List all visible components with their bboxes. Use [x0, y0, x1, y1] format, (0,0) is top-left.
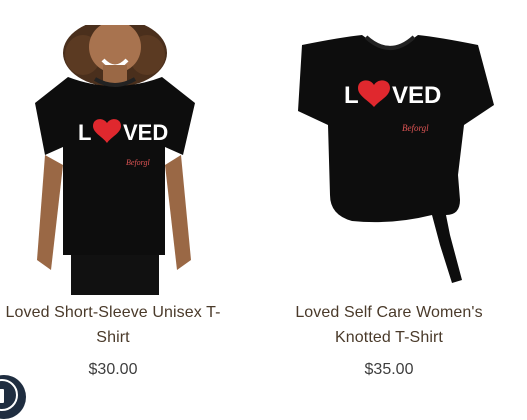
signature-logo: Beforgl: [402, 123, 429, 133]
product-card[interactable]: L VED Beforgl Loved Short-Sleeve Unisex …: [0, 0, 238, 390]
product-title-line-2: Shirt: [96, 329, 130, 346]
product-grid-page: L VED Beforgl Loved Short-Sleeve Unisex …: [0, 0, 527, 420]
shirt-print-text-2: VED: [123, 120, 168, 145]
product-title-line-2: Knotted T-Shirt: [335, 329, 443, 346]
knotted-tshirt-image: L VED Beforgl: [297, 35, 494, 283]
product-title-line-1: Loved Short-Sleeve Unisex T-: [5, 304, 221, 321]
shirt-print-text: L: [344, 82, 359, 109]
signature-logo: Beforgl: [126, 158, 150, 167]
shirt-print-text-2: VED: [392, 82, 441, 109]
product-title[interactable]: Loved Short-Sleeve Unisex T- Shirt: [0, 300, 238, 350]
product-card[interactable]: L VED Beforgl Loved Self Care Women's Kn…: [276, 0, 502, 390]
product-price: $30.00: [88, 361, 138, 378]
shirt-print-text: L: [78, 120, 91, 145]
product-title[interactable]: Loved Self Care Women's Knotted T-Shirt: [276, 300, 502, 350]
product-image-model-tshirt[interactable]: L VED Beforgl: [0, 25, 238, 295]
product-title-line-1: Loved Self Care Women's: [295, 304, 483, 321]
product-price: $35.00: [364, 361, 414, 378]
model-wearing-tshirt-image: L VED Beforgl: [35, 25, 195, 295]
product-image-knotted-tshirt[interactable]: L VED Beforgl: [276, 25, 502, 295]
shopping-bag-icon: [0, 389, 4, 403]
